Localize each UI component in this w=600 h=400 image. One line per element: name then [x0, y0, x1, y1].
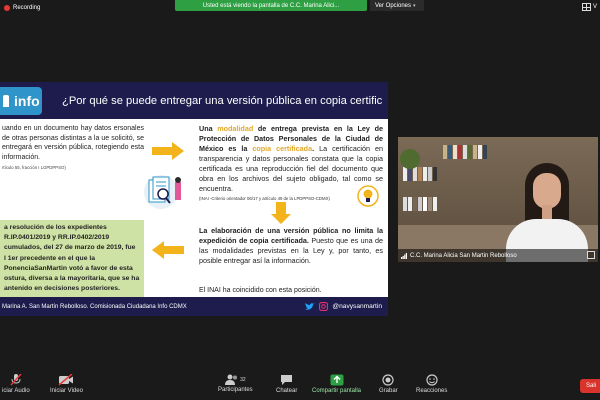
signal-bars-icon: [401, 252, 407, 259]
start-audio-button[interactable]: iciar Audio: [2, 374, 30, 394]
record-label: Grabar: [379, 388, 398, 394]
share-screen-button[interactable]: Compartir pantalla: [312, 374, 361, 394]
precedent-highlight-box: a resolución de los expedientes R.IP.040…: [0, 220, 144, 298]
modality-paragraph: Una modalidad de entrega prevista en la …: [199, 124, 383, 194]
participant-video-tile[interactable]: C.C. Marina Alicia San Martin Rebolloso: [398, 137, 598, 262]
social-handle: @navysanmartin: [332, 303, 382, 310]
participants-label: Participantes: [218, 387, 253, 393]
participants-icon-group: 32: [225, 374, 246, 385]
arrow-left-icon: [152, 241, 184, 264]
chat-button[interactable]: Chatear: [276, 374, 297, 394]
chat-label: Chatear: [276, 388, 298, 394]
pin-icon[interactable]: [587, 251, 595, 259]
reactions-button[interactable]: Reacciones: [416, 374, 447, 394]
participants-button[interactable]: 32 Participantes: [218, 374, 253, 393]
slide-right-column-lower: La elaboración de una versión pública no…: [199, 226, 383, 266]
arrow-right-icon: [152, 142, 184, 165]
recording-label: Recording: [13, 5, 41, 11]
modality-pre: Una: [199, 124, 213, 133]
documents-illustration-icon: [141, 172, 191, 210]
view-options-label: Ver Opciones: [375, 2, 412, 9]
screen-share-banner: Usted está viendo la pantalla de C.C. Ma…: [175, 0, 367, 11]
green-line-2: R.IP.0401/2019 y RR.IP.0402/2019: [4, 234, 110, 242]
smiley-icon: [426, 374, 438, 386]
slide-header: info ¿Por qué se puede entregar una vers…: [0, 82, 388, 119]
green-line-6: ostura, diversa a la mayoritaria, que se…: [4, 275, 140, 283]
books-row: [443, 145, 487, 159]
green-line-4: l 1er precedente en el que la: [4, 254, 96, 262]
slide-left-column: uando en un documento hay datos ersonale…: [2, 124, 144, 170]
twitter-icon: [305, 302, 316, 310]
meeting-toolbar: iciar Audio Iniciar Video 32 Participant…: [0, 372, 600, 400]
share-screen-label: Compartir pantalla: [312, 388, 362, 394]
microphone-off-icon: [10, 374, 22, 386]
chevron-down-icon: ▾: [413, 2, 416, 9]
left-paragraph: uando en un documento hay datos ersonale…: [2, 125, 144, 161]
green-line-7: antenido en decisiones posteriores.: [4, 285, 120, 293]
participants-icon: [225, 374, 238, 385]
participant-neck: [542, 205, 552, 219]
view-label: V: [592, 4, 597, 10]
participant-name: C.C. Marina Alicia San Martin Rebolloso: [410, 252, 517, 259]
record-button[interactable]: Grabar: [379, 374, 398, 394]
green-line-3: cumulados, del 27 de marzo de 2019, fue: [4, 244, 136, 252]
plant-decoration: [400, 149, 420, 169]
reactions-label: Reacciones: [416, 388, 448, 394]
record-icon: [382, 374, 394, 386]
slide-title: ¿Por qué se puede entregar una versión p…: [62, 95, 382, 107]
participant-name-bar: C.C. Marina Alicia San Martin Rebolloso: [398, 249, 598, 262]
modality-highlight: modalidad: [217, 124, 254, 133]
slide-footer: Marina A. San Martín Rebolloso. Comision…: [0, 297, 388, 316]
instagram-icon: [319, 302, 329, 311]
arrow-down-icon: [271, 202, 291, 229]
social-links: @navysanmartin: [305, 297, 382, 316]
view-options-button[interactable]: Ver Opciones ▾: [370, 0, 424, 11]
recording-indicator: Recording: [4, 5, 40, 11]
share-screen-icon: [330, 374, 344, 386]
start-video-button[interactable]: Iniciar Video: [50, 374, 83, 394]
public-version-paragraph: La elaboración de una versión pública no…: [199, 226, 383, 266]
start-video-label: Iniciar Video: [50, 388, 83, 394]
books-row: [403, 167, 437, 181]
modality-end: .: [312, 144, 315, 153]
record-dot-icon: [4, 5, 10, 11]
start-audio-label: iciar Audio: [2, 388, 30, 394]
books-row: [403, 197, 437, 211]
left-note: rtículo 55, fracción I LGPDPPSO): [2, 165, 66, 171]
view-toggle-button[interactable]: V: [581, 3, 597, 11]
zoom-meeting-window: Recording Usted está viendo la pantalla …: [0, 0, 600, 400]
participants-count: 32: [240, 376, 246, 383]
grid-view-icon: [581, 3, 591, 11]
inai-statement: El INAI ha coincidido con esta posición.: [199, 287, 322, 294]
slide-right-column: Una modalidad de entrega prevista en la …: [199, 124, 383, 201]
info-logo: info: [0, 87, 42, 115]
certified-copy-highlight: copia certificada: [252, 144, 313, 153]
camera-off-icon: [58, 374, 74, 386]
green-line-1: a resolución de los expedientes: [4, 224, 107, 231]
shared-presentation-slide: info ¿Por qué se puede entregar una vers…: [0, 82, 388, 316]
chat-icon: [281, 375, 293, 385]
green-line-5: PonenciaSanMartin votó a favor de esta: [4, 264, 133, 272]
footer-author: Marina A. San Martín Rebolloso. Comision…: [2, 303, 187, 310]
criterion-note: (INAI -Criterio orientador 06/17 y artíc…: [199, 196, 330, 201]
participant-face: [533, 173, 561, 209]
leave-meeting-button[interactable]: Sali: [580, 379, 600, 393]
